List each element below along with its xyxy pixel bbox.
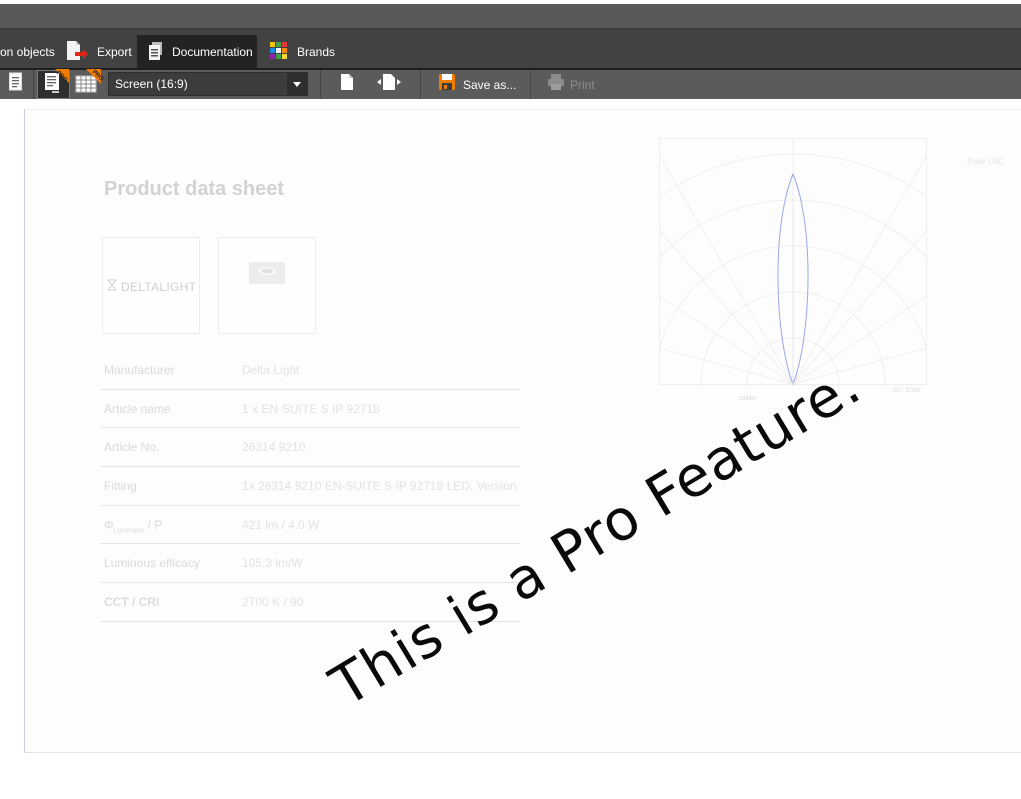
spec-key: Fitting [104,479,137,494]
brand-logo-thumbnail: DELTALIGHT [102,237,200,334]
spec-value: 1x 26314 9210 EN-SUITE S IP 92718 LED, V… [242,479,517,494]
main-tab-bar: on objects Export Documentation Brands [0,28,1021,69]
spec-value: Delta Light [242,363,300,377]
document-canvas[interactable]: Product data sheet DELTALIGHT Manufactur… [0,99,1021,799]
spec-key: Article No. [104,440,160,455]
presentation-layout-button[interactable]: PRO [37,69,70,99]
spec-key-symbol: Φ [104,517,114,532]
page-width-icon [375,73,403,96]
spec-key: CCT / CRI [104,595,160,610]
product-image-thumbnail [218,237,316,334]
page-title: Product data sheet [104,178,285,200]
spec-key: Manufacturer [104,363,175,377]
tab-brands[interactable]: Brands [262,35,342,69]
single-page-icon [8,72,24,97]
spec-value: 421 lm / 4.0 W [242,517,320,532]
tab-label: Brands [297,45,336,59]
document-page-preview: Product data sheet DELTALIGHT Manufactur… [24,109,1021,753]
polar-plane-label: C0 - C180 [893,388,921,394]
table-row: Luminous efficacy 105.3 lm/W [101,544,520,584]
spec-key-suffix: / P [144,517,163,532]
view-format-value: Screen (16:9) [115,77,188,91]
spec-value: 105.3 lm/W [242,556,303,571]
printer-icon [547,73,565,96]
table-row: Article name 1 x EN-SUITE S IP 92718 [101,390,520,429]
deltalight-logo-icon [106,278,118,296]
page-width-button[interactable] [375,70,405,99]
save-as-label: Save as... [463,77,517,92]
spec-key: Luminous efficacy [104,556,200,571]
chevron-down-icon[interactable] [287,73,307,95]
tab-objects[interactable]: on objects [0,35,56,69]
tab-export[interactable]: Export [62,35,134,69]
spec-value: 1 x EN-SUITE S IP 92718 [242,401,380,416]
print-button[interactable]: Print [547,70,597,99]
documentation-icon [148,41,164,64]
table-row: Fitting 1x 26314 9210 EN-SUITE S IP 9271… [101,467,520,506]
spec-value: 26314 9210 [242,440,306,455]
tab-documentation[interactable]: Documentation [137,35,257,69]
title-bar [0,4,1021,28]
print-label: Print [570,77,595,92]
tab-label: Documentation [172,45,253,59]
polar-legend: Polar LDC [967,157,1004,166]
export-icon [65,40,89,65]
floppy-disk-icon [438,73,456,96]
blank-page-icon [340,73,354,96]
spec-key: ΦLuminaire / P [104,518,162,534]
brand-logo-text: DELTALIGHT [121,280,197,294]
view-format-select[interactable]: Screen (16:9) [108,72,308,96]
new-page-button[interactable] [340,70,362,99]
table-row: Manufacturer Delta Light [101,351,520,390]
tab-label: on objects [0,45,55,59]
brands-icon [269,41,289,64]
save-as-button[interactable]: Save as... [438,70,518,99]
documentation-toolbar: PRO PRO Screen (16:9) Save as... Print [0,69,1021,99]
spec-value: 2700 K / 90 [242,595,304,610]
page-layout-button[interactable] [8,70,30,99]
tab-label: Export [97,45,132,59]
table-row: Article No. 26314 9210 [101,428,520,468]
spec-key-subscript: Luminaire [113,527,145,535]
polar-unit-label: cd/klm [739,396,757,402]
spec-key: Article name [104,401,171,416]
polar-ldc-diagram [659,138,927,388]
table-layout-button[interactable]: PRO [74,69,104,99]
downlight-product-icon [249,262,285,284]
table-row: ΦLuminaire / P 421 lm / 4.0 W [101,506,520,545]
